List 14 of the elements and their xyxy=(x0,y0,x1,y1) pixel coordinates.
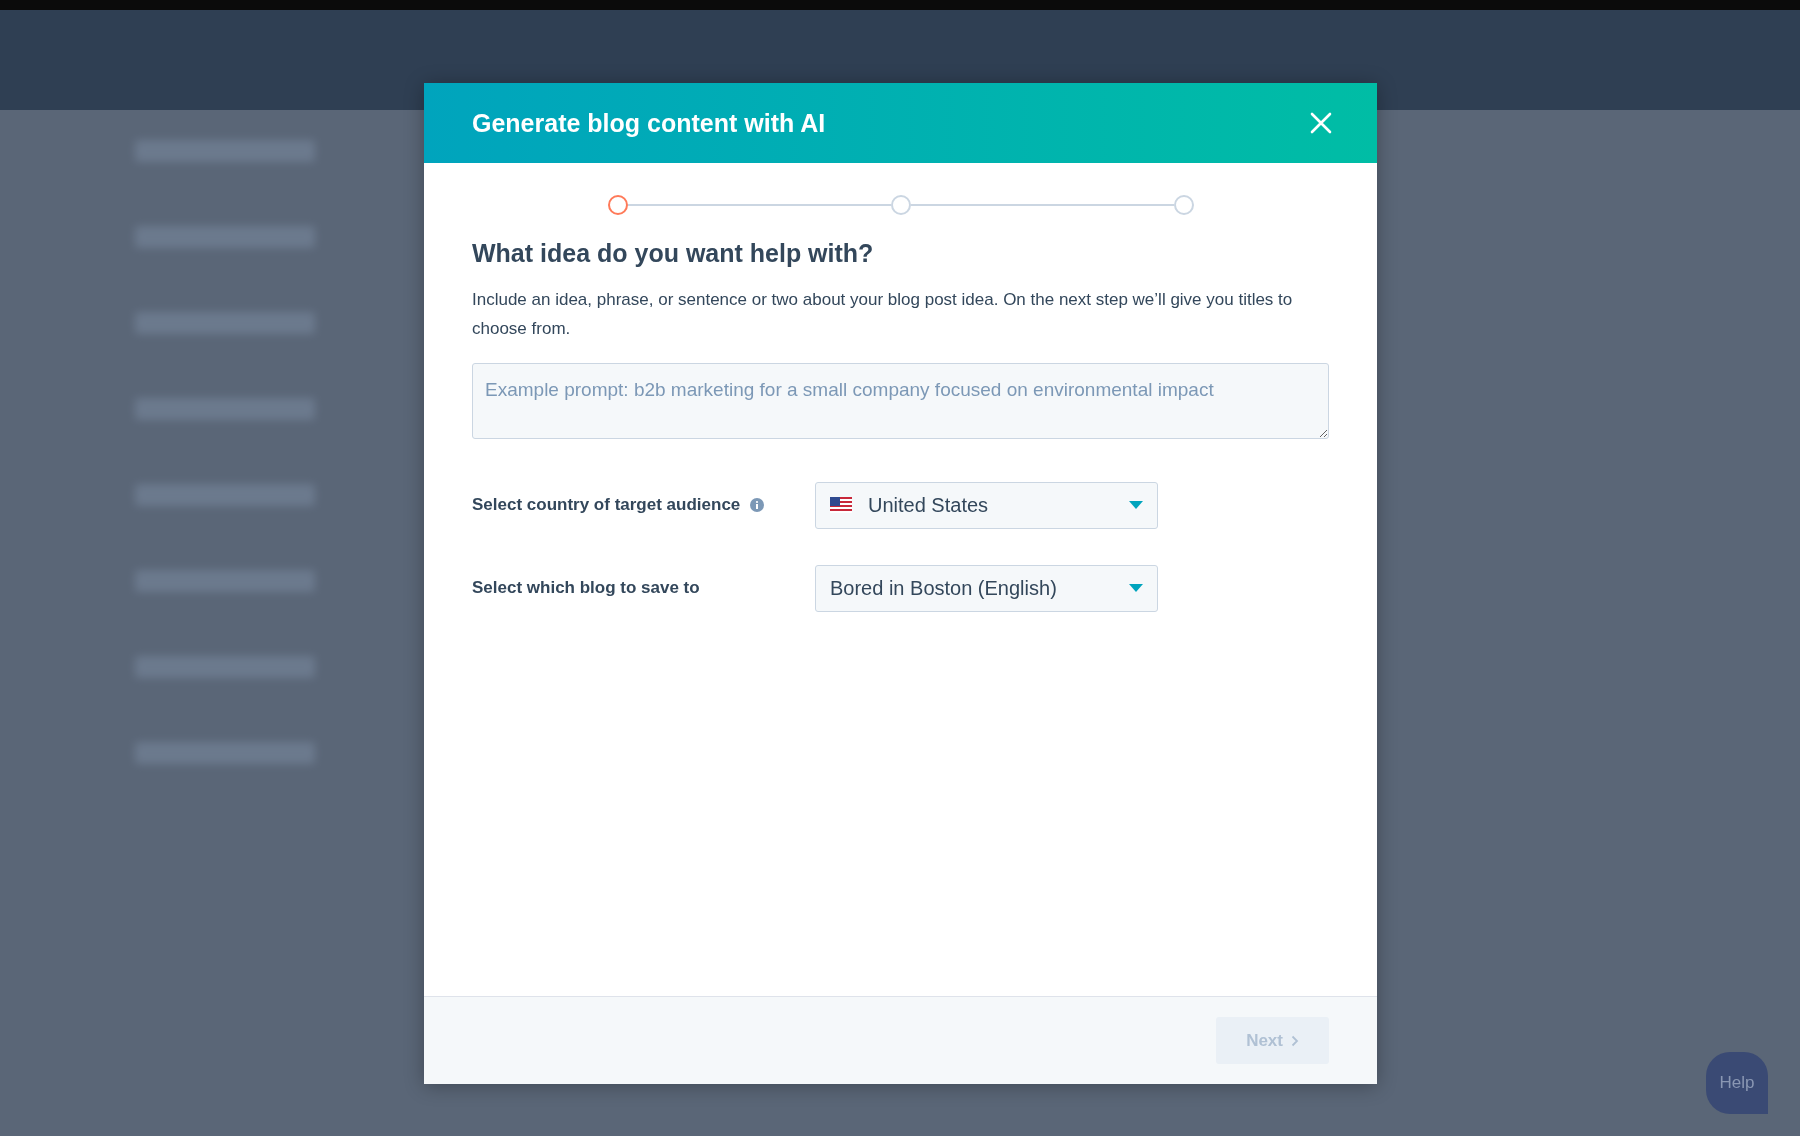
field-label: Select country of target audience xyxy=(472,494,741,517)
description-text: Include an idea, phrase, or sentence or two about your blog post idea. On the next step we’ll give you titles to choose from. xyxy=(472,288,1294,340)
info-icon[interactable] xyxy=(750,498,765,512)
chevron-right-icon xyxy=(1291,1034,1299,1047)
dropdown-select[interactable]: United States xyxy=(815,481,1158,529)
close-icon xyxy=(1309,111,1333,136)
flag-icon xyxy=(830,497,852,513)
field-label: Select which blog to save to xyxy=(472,577,700,600)
dropdown-select[interactable]: Bored in Boston (English) xyxy=(815,564,1158,612)
dialog-title: Generate blog content with AI xyxy=(472,108,826,138)
caret-icon xyxy=(1129,584,1143,592)
caret-icon xyxy=(1129,501,1143,509)
prompt-input-field[interactable]: Example prompt: b2b marketing for a small company focused on environmental impact xyxy=(472,362,1329,439)
question-heading: What idea do you want help with? xyxy=(472,238,875,269)
